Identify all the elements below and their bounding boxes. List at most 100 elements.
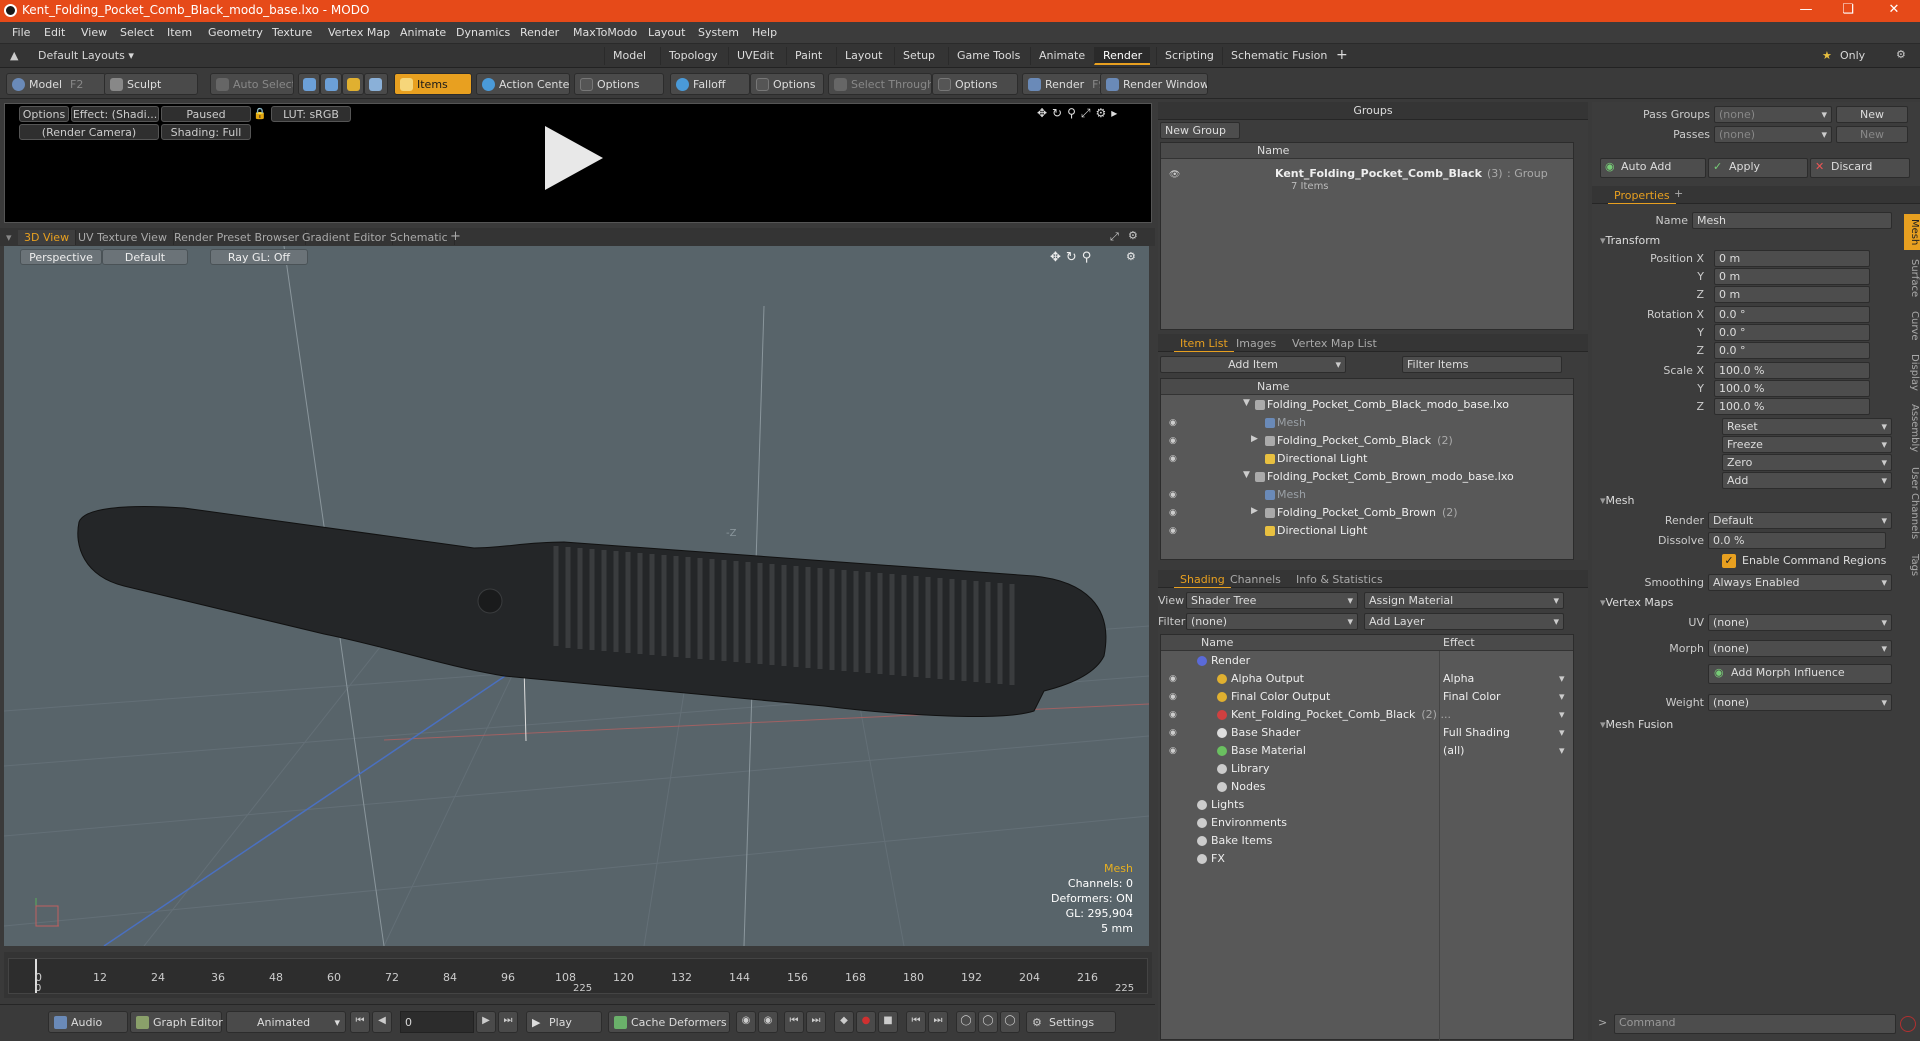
item-list-row[interactable]: ◉ Mesh (1161, 487, 1573, 505)
layout-tab-game-tools[interactable]: Game Tools (948, 47, 1028, 65)
position-x-input[interactable]: 0 m (1714, 250, 1870, 267)
shader-row[interactable]: Nodes (1161, 779, 1573, 797)
menu-edit[interactable]: Edit (44, 26, 65, 39)
eye-icon[interactable]: ◉ (1169, 710, 1179, 720)
preview-options-button[interactable]: Options (19, 106, 69, 122)
layout-settings-gear-icon[interactable]: ⚙ (1896, 48, 1906, 61)
perspective-dropdown[interactable]: Perspective (20, 249, 102, 265)
select-materials-button[interactable] (364, 73, 388, 95)
key-toggle-button[interactable]: ◆ (834, 1011, 854, 1033)
freeze-dropdown[interactable]: Freeze (1722, 436, 1892, 453)
tab-channels[interactable]: Channels (1224, 572, 1287, 587)
view-dropdown[interactable]: Shader Tree (1186, 592, 1358, 609)
play-preview-icon[interactable] (545, 126, 603, 190)
close-button[interactable]: ✕ (1874, 2, 1914, 20)
layout-tab-scripting[interactable]: Scripting (1156, 47, 1222, 65)
tab-uv-texture-view[interactable]: UV Texture View (72, 230, 174, 245)
tab-schematic[interactable]: Schematic (384, 230, 455, 245)
assign-material-dropdown[interactable]: Assign Material (1364, 592, 1564, 609)
layout-tab-render[interactable]: Render (1094, 47, 1151, 65)
menu-view[interactable]: View (81, 26, 107, 39)
raygl-dropdown[interactable]: Ray GL: Off (210, 249, 308, 265)
tab-images[interactable]: Images (1230, 336, 1282, 351)
falloff-options-button[interactable]: Options (750, 73, 824, 95)
eye-icon[interactable]: ◉ (1169, 436, 1179, 446)
layout-tab-uvedit[interactable]: UVEdit (728, 47, 782, 65)
key-delete-button[interactable]: ■ (878, 1011, 898, 1033)
add-item-dropdown[interactable]: Add Item (1160, 356, 1346, 373)
groups-list[interactable]: Name 👁 Kent_Folding_Pocket_Comb_Black (3… (1160, 142, 1574, 330)
tab-shading[interactable]: Shading (1174, 572, 1231, 588)
item-list-row[interactable]: ◉ Directional Light (1161, 451, 1573, 469)
select-through-options-button[interactable]: Options (932, 73, 1018, 95)
render-dropdown[interactable]: Default (1708, 512, 1892, 529)
smoothing-dropdown[interactable]: Always Enabled (1708, 574, 1892, 591)
select-edges-button[interactable] (320, 73, 342, 95)
layout-home-icon[interactable]: ▲ (10, 49, 18, 62)
tab-gradient-editor[interactable]: Gradient Editor (296, 230, 393, 245)
tab-info-statistics[interactable]: Info & Statistics (1290, 572, 1389, 587)
side-tab-surface[interactable]: Surface (1904, 252, 1920, 304)
shader-row[interactable]: Lights (1161, 797, 1573, 815)
mesh-fusion-section[interactable]: Mesh Fusion (1600, 718, 1674, 731)
lut-dropdown[interactable]: LUT: sRGB (271, 106, 351, 122)
effect-chevron-down-icon[interactable]: ▾ (1559, 744, 1565, 757)
shader-effect[interactable]: Full Shading (1443, 726, 1510, 739)
item-list-row[interactable]: ▼ Folding_Pocket_Comb_Brown_modo_base.lxo (1161, 469, 1573, 487)
go-end-button[interactable]: ⏭ (498, 1011, 518, 1033)
menu-file[interactable]: File (12, 26, 30, 39)
sculpt-mode-button[interactable]: Sculpt (104, 73, 198, 95)
item-list-row[interactable]: ◉ Directional Light (1161, 523, 1573, 541)
dissolve-input[interactable]: 0.0 % (1708, 532, 1886, 549)
expand-arrow-icon[interactable]: ▼ (1243, 398, 1250, 408)
graph-editor-button[interactable]: Graph Editor (130, 1011, 223, 1033)
shader-effect[interactable]: Alpha (1443, 672, 1474, 685)
expand-arrow-icon[interactable]: ▶ (1251, 506, 1258, 516)
onion-button[interactable]: ◯ (1000, 1011, 1020, 1033)
eye-icon[interactable]: ◉ (1169, 508, 1179, 518)
mesh-section[interactable]: Mesh (1600, 494, 1635, 507)
layout-tab-setup[interactable]: Setup (894, 47, 943, 65)
default-style-dropdown[interactable]: Default (102, 249, 188, 265)
eye-icon[interactable]: ◉ (1169, 454, 1179, 464)
effect-chevron-down-icon[interactable]: ▾ (1559, 708, 1565, 721)
motion-path-button[interactable]: ◯ (956, 1011, 976, 1033)
ghosting-button[interactable]: ◯ (978, 1011, 998, 1033)
layout-tab-paint[interactable]: Paint (786, 47, 830, 65)
shader-row[interactable]: Render (1161, 653, 1573, 671)
item-list-row[interactable]: ◉ Mesh (1161, 415, 1573, 433)
layout-tab-model[interactable]: Model (604, 47, 654, 65)
discard-button[interactable]: ✕ Discard (1810, 158, 1910, 178)
loop-start-button[interactable]: ⏮ (906, 1011, 926, 1033)
viewport-nav-icons[interactable]: ✥↻⚲ (1050, 250, 1096, 265)
enable-command-regions-checkbox[interactable]: ✓ (1722, 554, 1736, 568)
layout-tab-topology[interactable]: Topology (660, 47, 726, 65)
shading-dropdown[interactable]: Shading: Full (161, 124, 251, 140)
menu-layout[interactable]: Layout (648, 26, 685, 39)
menu-animate[interactable]: Animate (400, 26, 446, 39)
frame-input[interactable]: 0 (400, 1011, 474, 1033)
side-tab-curve[interactable]: Curve (1904, 306, 1920, 346)
eye-icon[interactable]: ◉ (1169, 526, 1179, 536)
filter-items-input[interactable]: Filter Items (1402, 356, 1562, 373)
position-y-input[interactable]: 0 m (1714, 268, 1870, 285)
render-camera-dropdown[interactable]: (Render Camera) (19, 124, 159, 140)
record-button[interactable]: ● (856, 1011, 876, 1033)
add-layer-dropdown[interactable]: Add Layer (1364, 613, 1564, 630)
eye-icon[interactable]: ◉ (1169, 728, 1179, 738)
viewport-options-gear-icon[interactable]: ⚙ (1126, 250, 1136, 263)
position-z-input[interactable]: 0 m (1714, 286, 1870, 303)
morph-dropdown[interactable]: (none) (1708, 640, 1892, 657)
side-tab-tags[interactable]: Tags (1904, 548, 1920, 582)
pass-groups-new-button[interactable]: New (1836, 106, 1908, 123)
item-list-row[interactable]: ◉ ▶ Folding_Pocket_Comb_Brown (2) (1161, 505, 1573, 523)
play-button[interactable]: ▶ Play (526, 1011, 602, 1033)
shader-row[interactable]: ◉ Alpha Output Alpha ▾ (1161, 671, 1573, 689)
menu-system[interactable]: System (698, 26, 739, 39)
scale-x-input[interactable]: 100.0 % (1714, 362, 1870, 379)
zero-dropdown[interactable]: Zero (1722, 454, 1892, 471)
add-dropdown[interactable]: Add (1722, 472, 1892, 489)
side-tab-mesh[interactable]: Mesh (1904, 214, 1920, 250)
add-morph-influence-button[interactable]: ◉ Add Morph Influence (1708, 664, 1892, 684)
shader-effect[interactable]: (all) (1443, 744, 1464, 757)
